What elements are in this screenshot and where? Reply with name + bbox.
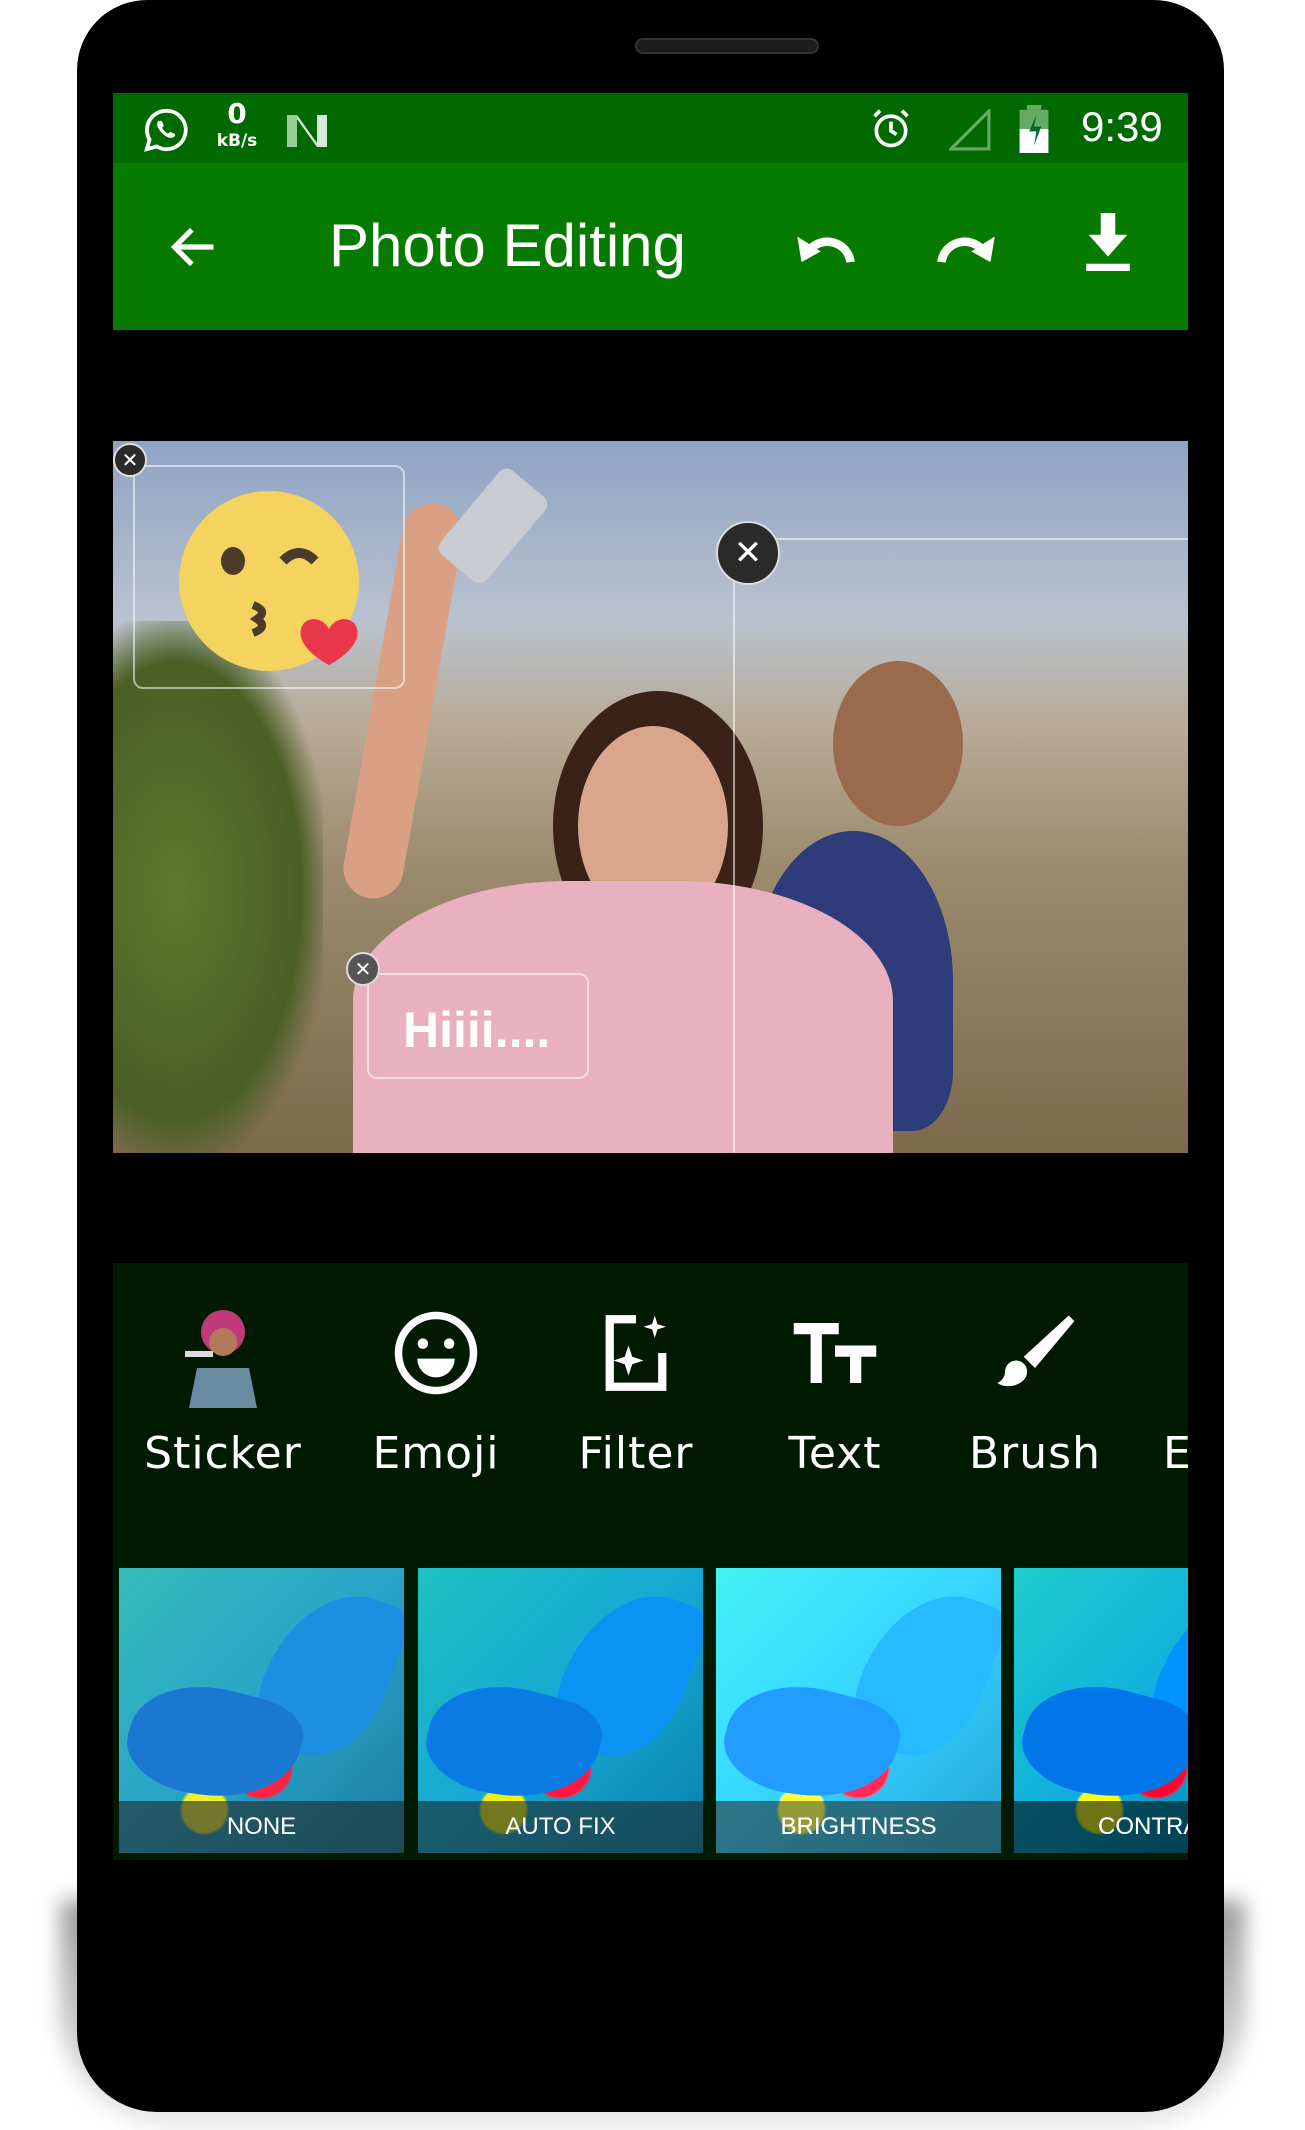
tool-text[interactable]: Text bbox=[740, 1308, 930, 1479]
filter-thumb-contrast[interactable]: CONTRA bbox=[1014, 1568, 1188, 1853]
clock: 9:39 bbox=[1081, 103, 1163, 150]
tool-label: Text bbox=[788, 1428, 882, 1479]
sticker-icon bbox=[185, 1310, 257, 1408]
signal-icon bbox=[949, 109, 991, 151]
download-icon[interactable] bbox=[1083, 213, 1133, 271]
text-size-icon bbox=[793, 1323, 877, 1383]
text-overlay-frame[interactable]: Hiiii.... bbox=[367, 973, 589, 1079]
alarm-icon bbox=[873, 109, 909, 148]
net-speed-value: 0 bbox=[227, 97, 247, 130]
remove-text-button[interactable]: ✕ bbox=[346, 952, 380, 986]
filter-icon bbox=[605, 1315, 667, 1391]
emoji-icon bbox=[394, 1311, 478, 1395]
whatsapp-icon bbox=[144, 108, 188, 152]
photo-canvas[interactable]: ✕ ✕ Hiiii.... ✕ bbox=[113, 441, 1188, 1153]
emoji-sticker-frame[interactable] bbox=[133, 465, 405, 689]
kissing-face-icon bbox=[179, 491, 359, 671]
tree-foliage bbox=[113, 621, 323, 1153]
tool-label: Emoji bbox=[372, 1428, 500, 1479]
tool-label: Filter bbox=[578, 1428, 694, 1479]
battery-charging-icon bbox=[1019, 105, 1049, 153]
filter-thumb-none[interactable]: NONE bbox=[119, 1568, 404, 1853]
tool-label: Brush bbox=[969, 1428, 1101, 1479]
tool-filter[interactable]: Filter bbox=[541, 1308, 731, 1479]
image-sticker-frame[interactable] bbox=[733, 538, 1188, 1153]
filter-label: CONTRA bbox=[1014, 1801, 1188, 1853]
net-speed-unit: kB/s bbox=[216, 131, 258, 151]
tool-label: E bbox=[1163, 1428, 1188, 1479]
undo-icon[interactable] bbox=[793, 219, 857, 271]
speaker bbox=[635, 38, 819, 54]
app-bar: Photo Editing bbox=[113, 163, 1188, 330]
tool-emoji[interactable]: Emoji bbox=[341, 1308, 531, 1479]
redo-icon[interactable] bbox=[935, 219, 999, 271]
remove-image-sticker-button[interactable]: ✕ bbox=[716, 521, 780, 585]
tool-brush[interactable]: Brush bbox=[940, 1308, 1130, 1479]
status-bar: 0 kB/s 9:39 bbox=[113, 93, 1188, 163]
tool-label: Sticker bbox=[144, 1428, 302, 1479]
back-arrow-icon[interactable] bbox=[168, 221, 220, 273]
tool-sticker[interactable]: Sticker bbox=[128, 1308, 318, 1479]
brush-icon bbox=[997, 1315, 1075, 1387]
filter-thumb-brightness[interactable]: BRIGHTNESS bbox=[716, 1568, 1001, 1853]
filter-label: NONE bbox=[119, 1801, 404, 1853]
remove-emoji-button[interactable]: ✕ bbox=[113, 443, 147, 477]
screen: 0 kB/s 9:39 Photo Editing ✕ ✕ Hiiii.... … bbox=[113, 93, 1188, 1883]
filter-label: BRIGHTNESS bbox=[716, 1801, 1001, 1853]
page-title: Photo Editing bbox=[329, 212, 686, 279]
tools-panel: Sticker Emoji Filter Text Brush E NONE A… bbox=[113, 1263, 1188, 1860]
filter-thumb-auto-fix[interactable]: AUTO FIX bbox=[418, 1568, 703, 1853]
text-overlay: Hiiii.... bbox=[403, 1002, 551, 1058]
filter-label: AUTO FIX bbox=[418, 1801, 703, 1853]
n-icon bbox=[287, 115, 327, 147]
